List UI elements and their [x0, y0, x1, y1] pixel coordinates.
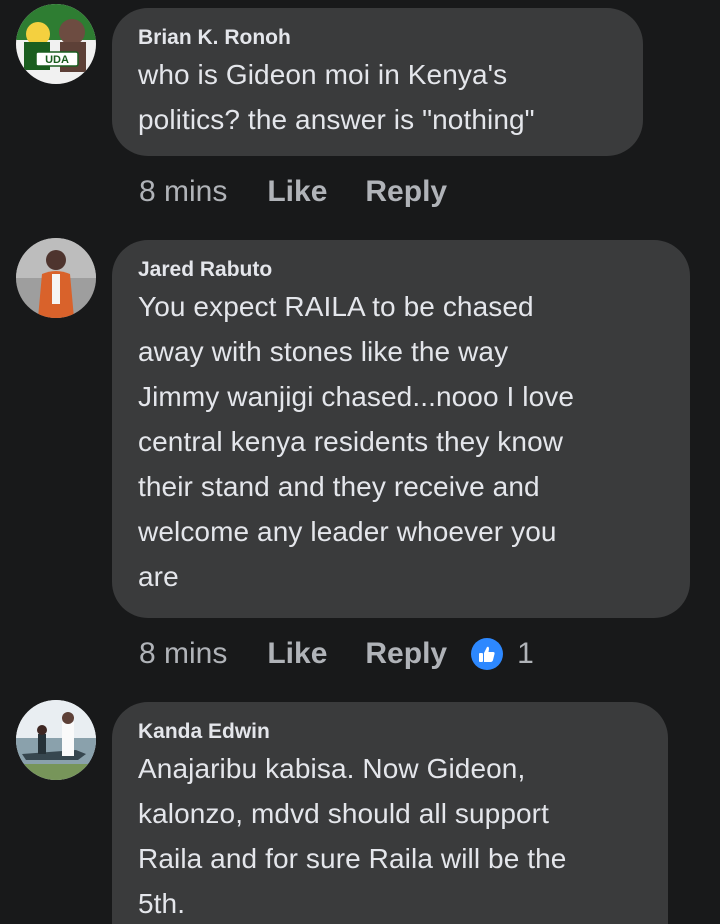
- comment-line: 5th.: [138, 888, 186, 919]
- comment-line: kalonzo, mdvd should all support: [138, 798, 549, 829]
- uda-logo-avatar-image: UDA: [16, 4, 96, 84]
- comment-line: central kenya residents they know: [138, 426, 564, 457]
- avatar[interactable]: UDA: [16, 4, 96, 84]
- comment-line: welcome any leader whoever you: [138, 516, 557, 547]
- comment-bubble[interactable]: Kanda Edwin Anajaribu kabisa. Now Gideon…: [112, 702, 668, 924]
- comment-author[interactable]: Kanda Edwin: [138, 718, 642, 746]
- person-photo-avatar-image: [16, 238, 96, 318]
- comment-time[interactable]: 8 mins: [139, 637, 227, 671]
- comment-line: are: [138, 561, 179, 592]
- like-button[interactable]: Like: [267, 637, 327, 671]
- comment-line: Jimmy wanjigi chased...nooo I love: [138, 381, 575, 412]
- comment-author[interactable]: Jared Rabuto: [138, 256, 664, 284]
- comment-line: You expect RAILA to be chased: [138, 291, 534, 322]
- reactions-summary[interactable]: 1: [471, 637, 534, 671]
- thumbs-up-icon: [471, 638, 504, 670]
- reply-button[interactable]: Reply: [365, 175, 447, 209]
- comment-line: politics? the answer is "nothing": [138, 104, 535, 135]
- comments-thread: UDA Brian K. Ronoh who is Gideon moi in …: [0, 0, 720, 924]
- comment-text: Anajaribu kabisa. Now Gideon, kalonzo, m…: [138, 746, 642, 924]
- comment-bubble[interactable]: Jared Rabuto You expect RAILA to be chas…: [112, 240, 690, 618]
- boat-photo-avatar-image: [16, 700, 96, 780]
- comment-author[interactable]: Brian K. Ronoh: [138, 24, 617, 52]
- comment-line: Anajaribu kabisa. Now Gideon,: [138, 753, 526, 784]
- comment-actions: 8 mins Like Reply: [139, 172, 447, 212]
- avatar[interactable]: [16, 700, 96, 780]
- comment-text: who is Gideon moi in Kenya's politics? t…: [138, 52, 617, 142]
- avatar[interactable]: [16, 238, 96, 318]
- comment-text: You expect RAILA to be chased away with …: [138, 284, 664, 599]
- uda-logo-text: UDA: [45, 54, 69, 66]
- comment-actions: 8 mins Like Reply 1: [139, 634, 534, 674]
- reaction-count: 1: [517, 637, 534, 670]
- like-button[interactable]: Like: [267, 175, 327, 209]
- reply-button[interactable]: Reply: [365, 637, 447, 671]
- comment-time[interactable]: 8 mins: [139, 175, 227, 209]
- comment-line: Raila and for sure Raila will be the: [138, 843, 567, 874]
- comment-line: their stand and they receive and: [138, 471, 540, 502]
- comment-line: who is Gideon moi in Kenya's: [138, 59, 508, 90]
- comment-line: away with stones like the way: [138, 336, 509, 367]
- comment-bubble[interactable]: Brian K. Ronoh who is Gideon moi in Keny…: [112, 8, 643, 156]
